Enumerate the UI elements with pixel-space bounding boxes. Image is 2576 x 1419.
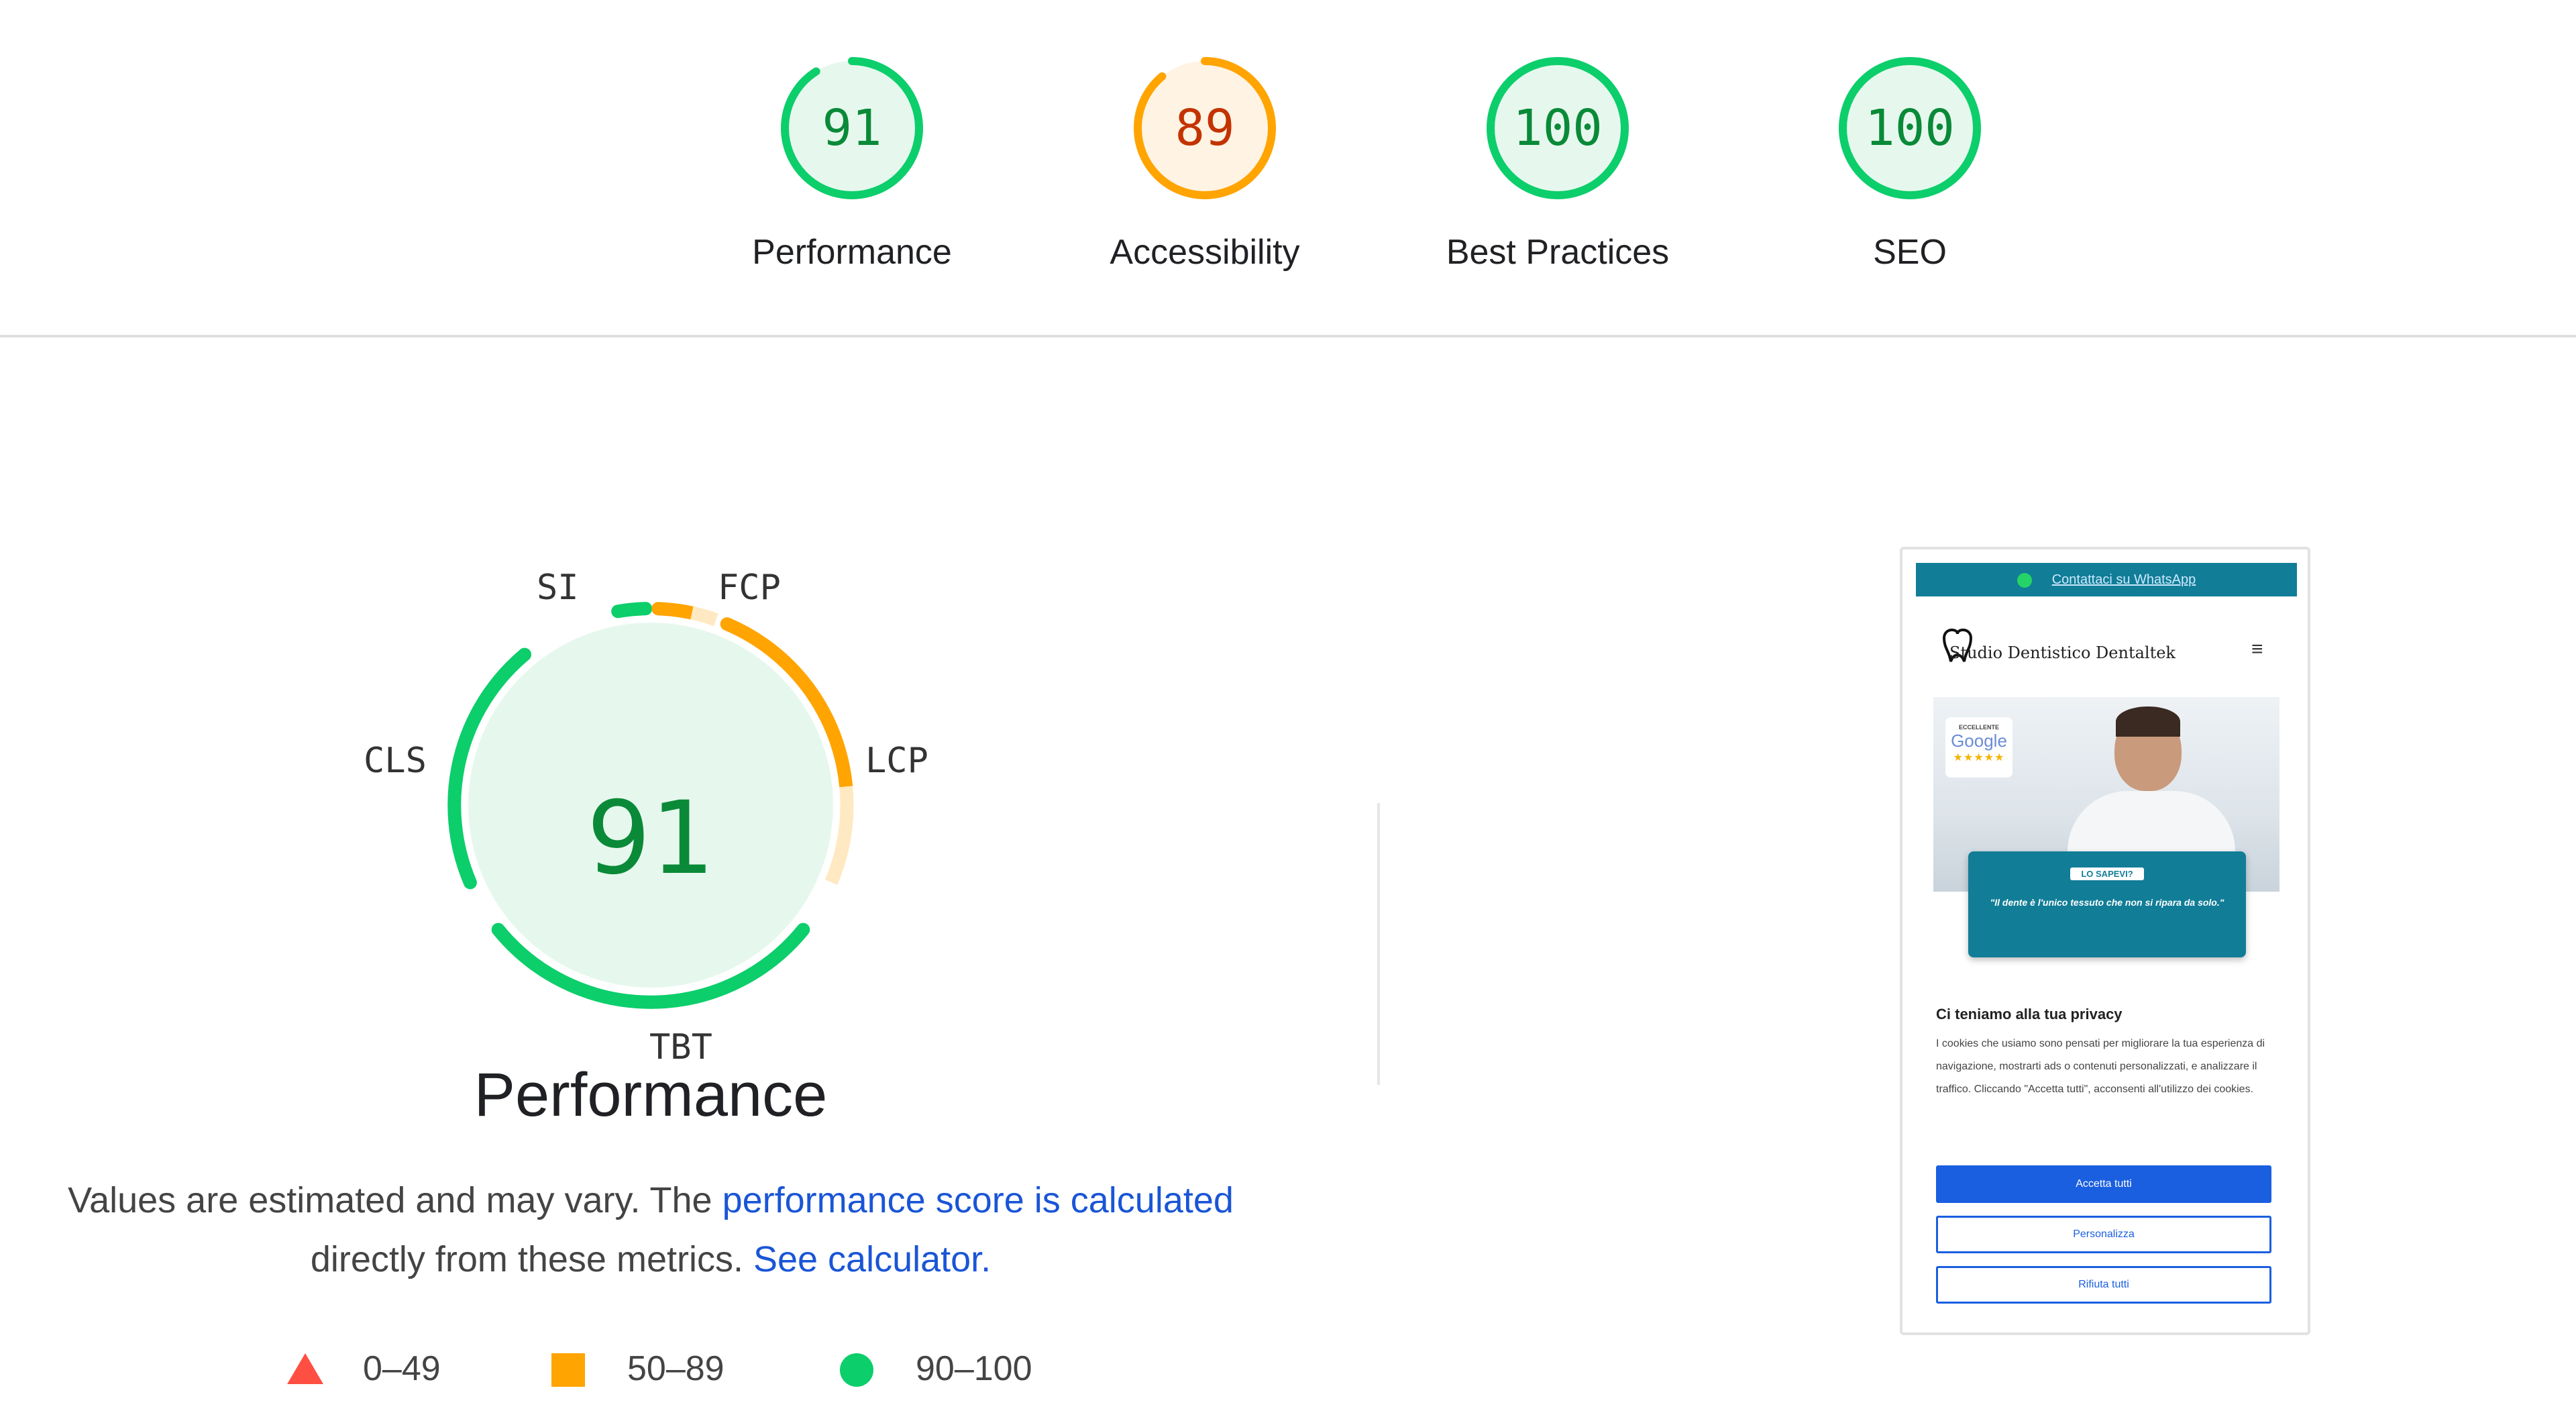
did-you-know-card: LO SAPEVI? "Il dente è l'unico tessuto c… [1968, 851, 2246, 957]
metric-label-cls: CLS [364, 741, 427, 781]
legend-fail-label: 0–49 [363, 1349, 441, 1388]
performance-score-gauge: 91 [777, 54, 926, 203]
whatsapp-bar: Contattaci su WhatsApp [1916, 563, 2297, 596]
metric-label-lcp: LCP [865, 741, 928, 781]
accessibility-score: 89 [1175, 99, 1235, 157]
triangle-icon [287, 1353, 323, 1384]
seo-score: 100 [1865, 99, 1955, 157]
legend-average-label: 50–89 [627, 1349, 724, 1388]
whatsapp-icon [2017, 572, 2032, 588]
google-rating-badge: ECCELLENTE Google ★★★★★ [1945, 717, 2012, 778]
dentist-hair [2116, 706, 2180, 737]
performance-label: Performance [752, 233, 952, 272]
reject-all-button: Rifiuta tutti [1936, 1266, 2271, 1304]
accessibility-score-gauge: 89 [1130, 54, 1279, 203]
privacy-title: Ci teniamo alla tua privacy [1936, 1006, 2123, 1022]
did-you-know-quote: "Il dente è l'unico tessuto che non si r… [1990, 897, 2224, 908]
seo-label: SEO [1873, 233, 1947, 272]
hamburger-menu-icon: ≡ [2251, 638, 2263, 660]
category-best-practices[interactable]: 100 Best Practices [1410, 54, 1705, 272]
metric-label-si: SI [537, 568, 579, 608]
privacy-text: I cookies che usiamo sono pensati per mi… [1936, 1038, 2265, 1095]
category-accessibility[interactable]: 89 Accessibility [1057, 54, 1352, 272]
google-badge-logo: Google [1951, 731, 2007, 751]
see-calculator-link[interactable]: See calculator. [753, 1239, 991, 1279]
category-seo[interactable]: 100 SEO [1762, 54, 2057, 272]
score-calculation-link[interactable]: performance score is calculated [722, 1180, 1234, 1220]
description-text-2: directly from these metrics. [310, 1239, 753, 1279]
fcp-metric-arc [651, 602, 699, 620]
performance-metrics-gauge: 91 SI FCP LCP TBT CLS [364, 568, 928, 1107]
google-badge-excellent: ECCELLENTE [1958, 724, 1999, 731]
column-divider [1377, 803, 1380, 1085]
performance-section-title: Performance [474, 1061, 828, 1129]
description-text-1: Values are estimated and may vary. The [68, 1180, 722, 1220]
metric-label-fcp: FCP [718, 568, 781, 608]
category-performance[interactable]: 91 Performance [704, 54, 1000, 272]
performance-score: 91 [822, 99, 882, 157]
accessibility-label: Accessibility [1110, 233, 1300, 272]
square-icon [551, 1353, 585, 1387]
did-you-know-pill: LO SAPEVI? [2070, 868, 2144, 880]
performance-description: Values are estimated and may vary. The p… [54, 1171, 1248, 1289]
site-name: Studio Dentistico Dentaltek [1949, 643, 2176, 662]
best-practices-score-gauge: 100 [1483, 54, 1632, 203]
header-divider [0, 335, 2576, 337]
customize-button: Personalizza [1936, 1216, 2271, 1253]
accept-all-button: Accetta tutti [1936, 1165, 2271, 1203]
seo-score-gauge: 100 [1835, 54, 1984, 203]
whatsapp-bar-text: Contattaci su WhatsApp [2051, 572, 2196, 587]
page-screenshot-thumbnail[interactable]: Contattaci su WhatsApp Studio Dentistico… [1900, 547, 2310, 1335]
best-practices-label: Best Practices [1446, 233, 1670, 272]
google-badge-stars: ★★★★★ [1953, 752, 2005, 764]
legend-pass-label: 90–100 [916, 1349, 1032, 1388]
best-practices-score: 100 [1513, 99, 1603, 157]
si-metric-arc [611, 602, 653, 619]
circle-icon [840, 1353, 873, 1387]
